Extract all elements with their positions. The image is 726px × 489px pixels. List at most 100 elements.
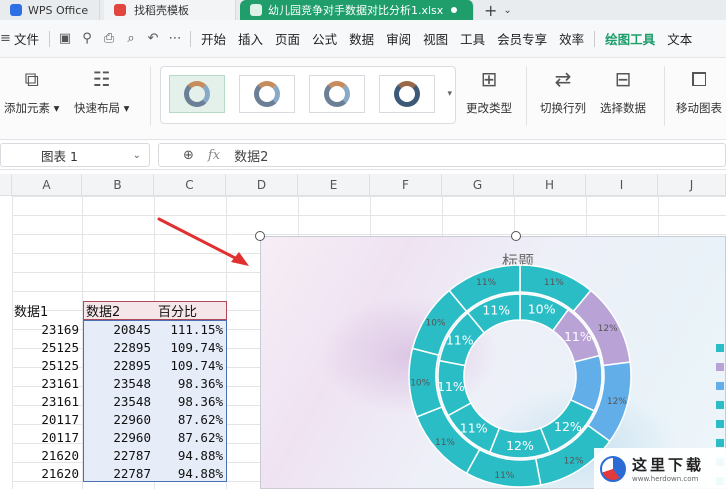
select-all-corner[interactable] — [0, 174, 12, 196]
table-cell[interactable]: 94.88% — [154, 464, 226, 483]
table-cell[interactable]: 87.62% — [154, 410, 226, 429]
data-label: 11% — [564, 329, 592, 344]
table-cell[interactable]: 109.74% — [154, 356, 226, 375]
menu-view[interactable]: 视图 — [417, 29, 454, 48]
table-cell[interactable]: 21620 — [12, 446, 82, 465]
table-cell[interactable]: 22787 — [82, 446, 154, 465]
select-data-button[interactable]: ⊟ 选择数据 — [600, 64, 646, 116]
table-cell[interactable]: 22895 — [82, 356, 154, 375]
unsaved-dot-icon — [451, 7, 458, 13]
print-icon[interactable]: ⎙ — [98, 31, 120, 46]
table-cell[interactable]: 25125 — [12, 356, 82, 375]
column-header-g[interactable]: G — [442, 174, 514, 196]
legend-swatch[interactable] — [716, 401, 724, 409]
column-header-h[interactable]: H — [514, 174, 586, 196]
menu-hamburger-icon[interactable]: ≡ — [0, 31, 11, 46]
column-header-e[interactable]: E — [298, 174, 370, 196]
menu-page[interactable]: 页面 — [269, 29, 306, 48]
legend-swatch[interactable] — [716, 363, 724, 371]
table-cell[interactable]: 98.36% — [154, 374, 226, 393]
tab-label: WPS Office — [28, 3, 89, 17]
quick-layout-button[interactable]: ☷ 快速布局 ▾ — [74, 64, 129, 116]
menu-file[interactable]: 文件 — [8, 29, 45, 48]
column-header-j[interactable]: J — [658, 174, 726, 196]
new-tab-button[interactable]: + ⌄ — [484, 0, 512, 20]
legend-swatch[interactable] — [716, 382, 724, 390]
menu-formula[interactable]: 公式 — [306, 29, 343, 48]
table-cell[interactable]: 22895 — [82, 338, 154, 357]
table-cell[interactable]: 21620 — [12, 464, 82, 483]
table-cell[interactable]: 20117 — [12, 410, 82, 429]
header-cell-a[interactable]: 数据1 — [14, 301, 82, 320]
table-cell[interactable]: 25125 — [12, 338, 82, 357]
table-cell[interactable]: 111.15% — [154, 320, 226, 339]
tab-templates[interactable]: 找稻壳模板 — [104, 0, 236, 20]
save-icon[interactable]: ▣ — [54, 31, 76, 46]
table-cell[interactable]: 20117 — [12, 428, 82, 447]
tab-label: 找稻壳模板 — [134, 4, 189, 17]
menu-home[interactable]: 开始 — [195, 29, 232, 48]
resize-handle[interactable] — [511, 231, 521, 241]
undo-icon[interactable]: ↶ — [142, 31, 164, 46]
tab-wps-office[interactable]: WPS Office — [0, 0, 100, 20]
doughnut-style-icon — [184, 81, 210, 107]
table-cell[interactable]: 87.62% — [154, 428, 226, 447]
table-cell[interactable]: 22787 — [82, 464, 154, 483]
header-cell-b[interactable]: 数据2 — [86, 301, 154, 320]
annotation-arrow-icon — [157, 217, 249, 266]
table-cell[interactable]: 23161 — [12, 374, 82, 393]
table-cell[interactable]: 22960 — [82, 410, 154, 429]
more-icon[interactable]: ⋯ — [164, 31, 186, 46]
table-cell[interactable]: 98.36% — [154, 392, 226, 411]
resize-handle[interactable] — [255, 231, 265, 241]
column-header-b[interactable]: B — [82, 174, 154, 196]
fx-icon[interactable]: fx — [208, 148, 220, 163]
gallery-expand-icon[interactable]: ▾ — [447, 89, 452, 99]
name-box[interactable]: 图表 1 ⌄ — [0, 143, 150, 167]
chart-style-thumb[interactable] — [309, 75, 365, 113]
menu-efficiency[interactable]: 效率 — [553, 29, 590, 48]
switch-rowcol-button[interactable]: ⇄ 切换行列 — [540, 64, 586, 116]
change-type-button[interactable]: ⊞ 更改类型 — [466, 64, 512, 116]
menu-review[interactable]: 审阅 — [380, 29, 417, 48]
zoom-icon[interactable]: ⊕ — [183, 148, 194, 163]
menu-divider — [49, 30, 51, 47]
legend-swatch[interactable] — [716, 420, 724, 428]
formula-input[interactable]: ⊕ fx 数据2 — [158, 143, 726, 167]
name-box-value: 图表 1 — [41, 148, 78, 164]
menu-tools[interactable]: 工具 — [454, 29, 491, 48]
menu-drawing-tools[interactable]: 绘图工具 — [599, 29, 661, 48]
table-cell[interactable]: 23548 — [82, 374, 154, 393]
menu-insert[interactable]: 插入 — [232, 29, 269, 48]
data-label: 12% — [506, 438, 534, 453]
table-cell[interactable]: 94.88% — [154, 446, 226, 465]
table-cell[interactable]: 23161 — [12, 392, 82, 411]
link-icon[interactable]: ⚲ — [76, 31, 98, 46]
header-cell-c[interactable]: 百分比 — [158, 301, 226, 320]
print-preview-icon[interactable]: ⌕ — [120, 31, 142, 46]
column-header-i[interactable]: I — [586, 174, 658, 196]
chart-style-thumb[interactable] — [239, 75, 295, 113]
add-element-button[interactable]: ⧉ 添加元素 ▾ — [4, 64, 59, 116]
menu-member[interactable]: 会员专享 — [491, 29, 553, 48]
legend-swatch[interactable] — [716, 344, 724, 352]
chevron-down-icon[interactable]: ⌄ — [133, 150, 141, 161]
legend-swatch[interactable] — [716, 439, 724, 447]
doughnut-style-icon — [324, 81, 350, 107]
table-cell[interactable]: 20845 — [82, 320, 154, 339]
table-cell[interactable]: 23169 — [12, 320, 82, 339]
column-header-d[interactable]: D — [226, 174, 298, 196]
table-cell[interactable]: 22960 — [82, 428, 154, 447]
column-header-c[interactable]: C — [154, 174, 226, 196]
tab-active-file[interactable]: 幼儿园竞争对手数据对比分析1.xlsx — [240, 0, 474, 20]
chart-style-thumb[interactable] — [169, 75, 225, 113]
menu-text[interactable]: 文本 — [661, 29, 698, 48]
chart-style-thumb[interactable] — [379, 75, 435, 113]
column-header-a[interactable]: A — [12, 174, 82, 196]
table-cell[interactable]: 109.74% — [154, 338, 226, 357]
column-header-f[interactable]: F — [370, 174, 442, 196]
move-chart-button[interactable]: ⧠ 移动图表 — [676, 64, 722, 116]
menu-data[interactable]: 数据 — [343, 29, 380, 48]
table-cell[interactable]: 23548 — [82, 392, 154, 411]
data-label: 11% — [460, 421, 488, 436]
